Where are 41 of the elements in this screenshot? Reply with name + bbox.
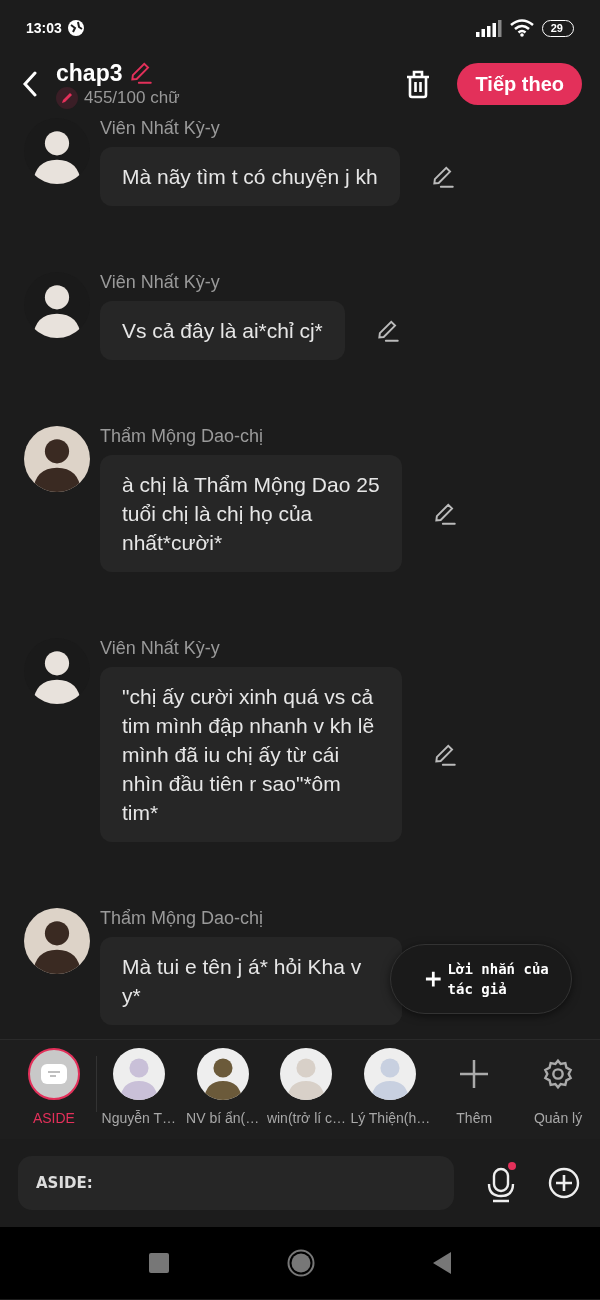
clock: 13:03 xyxy=(26,20,62,36)
speaker-name: Thẩm Mộng Dao-chị xyxy=(100,426,265,447)
speaker-name: Viên Nhất Kỳ-y xyxy=(100,272,221,293)
settings-icon xyxy=(542,1058,575,1090)
signal-icon xyxy=(475,19,502,37)
cast-item[interactable]: Nguyễn T… xyxy=(96,1048,181,1139)
cast-item[interactable]: Thêm xyxy=(432,1048,517,1139)
avatar xyxy=(364,1048,417,1100)
input-field[interactable]: ASIDE: xyxy=(18,1156,454,1210)
globe-icon xyxy=(66,19,85,37)
cast-item[interactable]: NV bí ẩn(… xyxy=(180,1048,265,1139)
pencil-icon[interactable] xyxy=(128,60,155,86)
next-button[interactable]: Tiếp theo xyxy=(457,63,582,105)
plus-icon xyxy=(459,1059,490,1089)
back-icon[interactable] xyxy=(22,71,38,97)
cast-item[interactable]: Lý Thiện(h… xyxy=(348,1048,433,1139)
add-icon[interactable] xyxy=(548,1167,580,1199)
avatar xyxy=(280,1048,333,1100)
message-bubble: Mà tui e tên j á* hỏi Kha v y* xyxy=(100,937,402,1025)
speaker-name: Viên Nhất Kỳ-y xyxy=(100,118,221,139)
pencil-icon xyxy=(56,86,78,109)
speaker-prefix: ASIDE: xyxy=(36,1174,93,1192)
message-bubble: "chị ấy cười xinh quá vs cả tim mình đập nhanh v kh lẽ mình đã iu chị ấy từ cái nhìn đầu tiên r sao"*ôm tim* xyxy=(100,667,402,842)
author-note-button[interactable]: Lời nhắn của tác giả xyxy=(390,944,572,1014)
speaker-name: Viên Nhất Kỳ-y xyxy=(100,638,221,659)
home-icon[interactable] xyxy=(287,1249,315,1277)
cast-item[interactable]: Quản lý xyxy=(516,1048,600,1139)
wifi-icon xyxy=(509,19,534,37)
avatar xyxy=(196,1048,249,1100)
chat-icon xyxy=(40,1064,67,1084)
message-bubble: Vs cả đây là ai*chỉ cj* xyxy=(100,301,345,360)
cast-item[interactable]: ASIDE xyxy=(12,1048,96,1139)
trash-icon[interactable] xyxy=(405,69,432,99)
plus-icon xyxy=(425,970,442,988)
avatar xyxy=(112,1048,165,1100)
message-bubble: à chị là Thẩm Mộng Dao 25 tuổi chị là chị họ của nhất*cười* xyxy=(100,455,402,572)
speaker-name: Thẩm Mộng Dao-chị xyxy=(100,908,265,929)
chapter-title: chap3 xyxy=(56,59,123,87)
word-count: 455/100 chữ xyxy=(84,87,180,108)
cast-item[interactable]: win(trở lí c… xyxy=(264,1048,349,1139)
message-bubble: Mà nãy tìm t có chuyện j kh xyxy=(100,147,400,206)
